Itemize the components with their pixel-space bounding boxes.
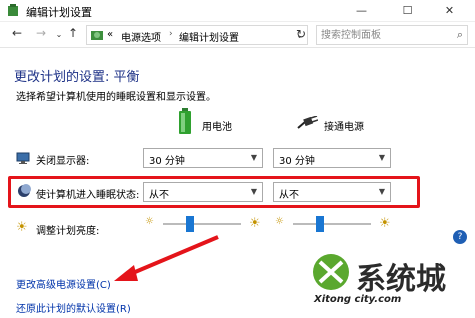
- sun-dim-icon: ☼: [145, 216, 154, 227]
- chevron-down-icon: ▼: [378, 187, 385, 196]
- sleep-plugged-select[interactable]: 从不 ▼: [273, 182, 391, 202]
- page-description: 选择希望计算机使用的睡眠设置和显示设置。: [16, 92, 216, 103]
- display-off-battery-value: 30 分钟: [149, 156, 185, 167]
- sun-icon: ☀: [16, 220, 28, 235]
- chevron-down-icon: ▼: [250, 187, 257, 196]
- back-button[interactable]: ←: [10, 26, 24, 40]
- plug-icon: [297, 116, 318, 129]
- window-title: 编辑计划设置: [26, 6, 92, 19]
- sleep-battery-select[interactable]: 从不 ▼: [143, 182, 263, 202]
- restore-defaults-link[interactable]: 还原此计划的默认设置(R): [16, 300, 131, 315]
- title-bar: 编辑计划设置 — ☐ ✕: [0, 0, 475, 22]
- watermark-logo-text: 系统城: [356, 262, 446, 297]
- recent-locations-button[interactable]: ⌄: [52, 30, 66, 39]
- sun-dim-icon: ☼: [275, 216, 284, 227]
- forward-button[interactable]: →: [34, 26, 48, 40]
- column-battery-label: 用电池: [202, 122, 232, 133]
- search-icon[interactable]: ⌕: [457, 28, 463, 42]
- breadcrumb-power-options[interactable]: 电源选项: [121, 29, 161, 44]
- breadcrumb-prefix[interactable]: «: [107, 29, 113, 40]
- sleep-battery-value: 从不: [149, 190, 169, 201]
- search-input[interactable]: [321, 28, 446, 42]
- brightness-plugged-slider[interactable]: ☼ ☀: [275, 215, 393, 233]
- slider-track: [293, 223, 371, 225]
- display-off-plugged-value: 30 分钟: [279, 156, 315, 167]
- chevron-down-icon: ▼: [250, 153, 257, 162]
- slider-track: [163, 223, 241, 225]
- moon-icon: [18, 184, 31, 197]
- app-icon: [8, 4, 18, 16]
- display-off-plugged-select[interactable]: 30 分钟 ▼: [273, 148, 391, 168]
- display-off-label: 关闭显示器:: [36, 156, 90, 167]
- address-bar[interactable]: « 电源选项 › 编辑计划设置 ⌄: [86, 25, 308, 45]
- slider-thumb[interactable]: [186, 216, 195, 232]
- column-plugged-label: 接通电源: [324, 122, 364, 133]
- battery-icon: [179, 108, 191, 134]
- monitor-icon: [16, 152, 30, 164]
- display-off-battery-select[interactable]: 30 分钟 ▼: [143, 148, 263, 168]
- advanced-power-settings-link[interactable]: 更改高级电源设置(C): [16, 276, 111, 291]
- watermark: 系统城 Xitong city.com: [300, 252, 475, 318]
- column-battery: 用电池: [176, 108, 256, 136]
- control-panel-icon: [91, 31, 103, 40]
- breadcrumb-edit-plan[interactable]: 编辑计划设置: [179, 29, 239, 44]
- brightness-battery-slider[interactable]: ☼ ☀: [145, 215, 263, 233]
- sleep-plugged-value: 从不: [279, 190, 299, 201]
- up-button[interactable]: ↑: [66, 26, 80, 40]
- arrow-annotation: [114, 235, 219, 281]
- sleep-label: 使计算机进入睡眠状态:: [36, 190, 140, 201]
- watermark-logo-icon: [313, 254, 349, 290]
- column-plugged: 接通电源: [294, 108, 404, 136]
- search-box[interactable]: ⌕: [316, 25, 468, 45]
- refresh-button[interactable]: ↻: [292, 25, 310, 45]
- sun-bright-icon: ☀: [379, 216, 391, 231]
- breadcrumb-separator: ›: [169, 29, 173, 39]
- slider-thumb[interactable]: [316, 216, 325, 232]
- page-title: 更改计划的设置: 平衡: [14, 70, 140, 85]
- sun-bright-icon: ☀: [249, 216, 261, 231]
- navigation-bar: ← → ⌄ ↑ « 电源选项 › 编辑计划设置 ⌄ ↻ ⌕: [0, 22, 475, 48]
- minimize-button[interactable]: —: [346, 0, 377, 22]
- help-button[interactable]: ?: [453, 230, 467, 244]
- brightness-label: 调整计划亮度:: [36, 226, 100, 237]
- maximize-button[interactable]: ☐: [392, 0, 423, 22]
- close-button[interactable]: ✕: [434, 0, 465, 22]
- watermark-url: Xitong city.com: [314, 294, 402, 305]
- chevron-down-icon: ▼: [378, 153, 385, 162]
